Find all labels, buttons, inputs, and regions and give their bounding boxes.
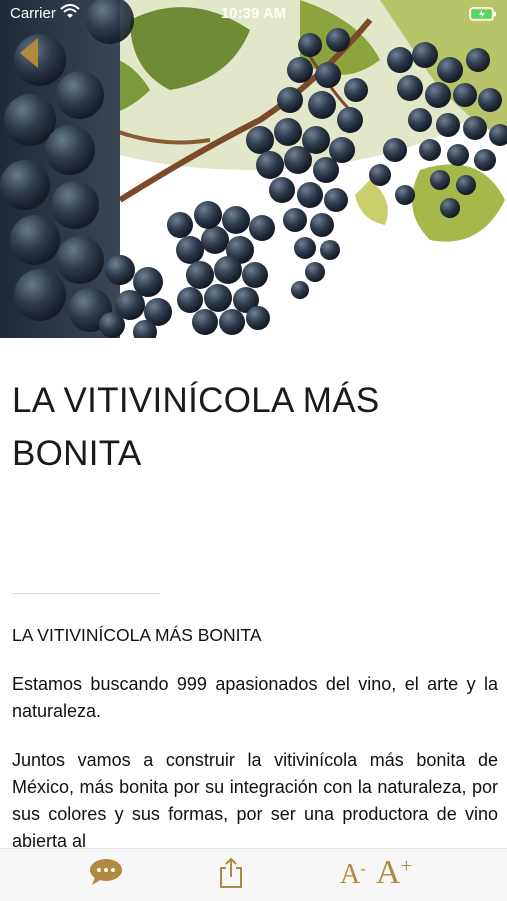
- status-bar: Carrier 10:39 AM: [0, 0, 507, 28]
- article-subtitle: LA VITIVINÍCOLA MÁS BONITA: [12, 625, 262, 645]
- grapes-photo: [0, 0, 507, 338]
- article-paragraph: Estamos buscando 999 apasionados del vin…: [12, 674, 498, 721]
- font-increase-button[interactable]: A+: [376, 854, 412, 892]
- status-time: 10:39 AM: [220, 5, 287, 22]
- article-body: LA VITIVINÍCOLA MÁS BONITA Estamos busca…: [12, 622, 498, 877]
- speech-bubble-icon: [90, 859, 122, 885]
- battery-icon: [469, 7, 497, 21]
- font-decrease-button[interactable]: A-: [340, 859, 366, 891]
- share-button[interactable]: [219, 857, 243, 889]
- back-button[interactable]: [16, 36, 44, 70]
- share-icon: [220, 857, 242, 888]
- hero-image: Carrier 10:39 AM: [0, 0, 507, 338]
- back-arrow-icon: [20, 38, 38, 68]
- minus-sign: -: [360, 859, 366, 878]
- article-title: LA VITIVINÍCOLA MÁS BONITA: [12, 381, 380, 473]
- font-decrease-letter: A: [340, 859, 361, 891]
- bottom-toolbar: A- A+: [0, 848, 507, 901]
- comment-button[interactable]: [89, 858, 123, 886]
- divider: [12, 593, 160, 594]
- plus-sign: +: [400, 854, 413, 877]
- article-paragraph: Juntos vamos a construir la vitivinícola…: [12, 750, 498, 851]
- font-increase-letter: A: [376, 854, 401, 891]
